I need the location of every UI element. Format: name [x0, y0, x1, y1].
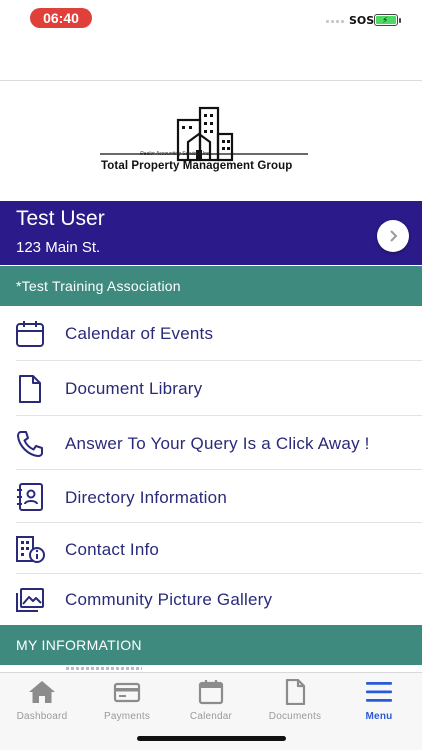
menu-item-community-gallery[interactable]: Community Picture Gallery — [0, 574, 422, 625]
user-name: Test User — [16, 207, 105, 230]
tab-label: Menu — [365, 711, 393, 722]
tab-label: Dashboard — [16, 711, 68, 722]
menu-item-label: Community Picture Gallery — [65, 590, 273, 609]
gallery-icon — [16, 588, 44, 612]
menu-item-calendar-of-events[interactable]: Calendar of Events — [0, 306, 422, 361]
menu-item-label: Answer To Your Query Is a Click Away ! — [65, 434, 370, 453]
tab-documents[interactable]: Documents — [253, 677, 337, 723]
chevron-right-icon — [390, 230, 398, 242]
carrier-label: SOS — [349, 14, 375, 27]
document-icon — [285, 679, 306, 705]
my-information-section[interactable]: MY INFORMATION — [0, 625, 422, 665]
hamburger-menu-icon — [366, 682, 392, 702]
my-information-label: MY INFORMATION — [16, 637, 142, 653]
home-icon — [29, 681, 55, 703]
menu-item-document-library[interactable]: Document Library — [0, 361, 422, 416]
building-info-icon — [16, 536, 45, 563]
battery-nub — [399, 18, 401, 23]
menu-item-answer-query[interactable]: Answer To Your Query Is a Click Away ! — [0, 416, 422, 470]
user-profile-header[interactable]: Test User 123 Main St. — [0, 201, 422, 265]
calendar-icon — [198, 680, 224, 705]
status-bar: 06:40 SOS ⚡ — [0, 0, 422, 36]
tab-dashboard[interactable]: Dashboard — [0, 677, 84, 723]
association-banner[interactable]: *Test Training Association — [0, 266, 422, 306]
scrolled-content-peek — [66, 667, 142, 670]
menu-item-label: Document Library — [65, 379, 203, 398]
home-indicator[interactable] — [137, 736, 286, 741]
tab-menu[interactable]: Menu — [337, 677, 421, 723]
menu-item-label: Directory Information — [65, 488, 227, 507]
menu-item-contact-info[interactable]: Contact Info — [0, 523, 422, 574]
header-divider — [0, 80, 422, 81]
menu-item-directory-information[interactable]: Directory Information — [0, 470, 422, 523]
profile-arrow-button[interactable] — [377, 220, 409, 252]
menu-item-label: Contact Info — [65, 540, 160, 559]
phone-icon — [17, 431, 43, 457]
battery-icon: ⚡ — [374, 14, 398, 26]
logo-title: Total Property Management Group — [101, 160, 293, 172]
status-time: 06:40 — [30, 8, 92, 28]
contact-book-icon — [17, 483, 43, 511]
tab-payments[interactable]: Payments — [85, 677, 169, 723]
payment-card-icon — [113, 682, 141, 703]
tab-label: Payments — [103, 711, 151, 722]
association-label: *Test Training Association — [16, 278, 181, 294]
cellular-signal-icon — [326, 20, 344, 23]
menu-item-label: Calendar of Events — [65, 324, 214, 343]
tab-calendar[interactable]: Calendar — [169, 677, 253, 723]
calendar-icon — [16, 321, 44, 347]
tab-label: Calendar — [189, 711, 233, 722]
user-address: 123 Main St. — [16, 239, 101, 256]
logo-caption: Realor Accounting Services Inc. — [140, 151, 211, 157]
document-icon — [19, 375, 41, 403]
tab-label: Documents — [268, 711, 322, 722]
